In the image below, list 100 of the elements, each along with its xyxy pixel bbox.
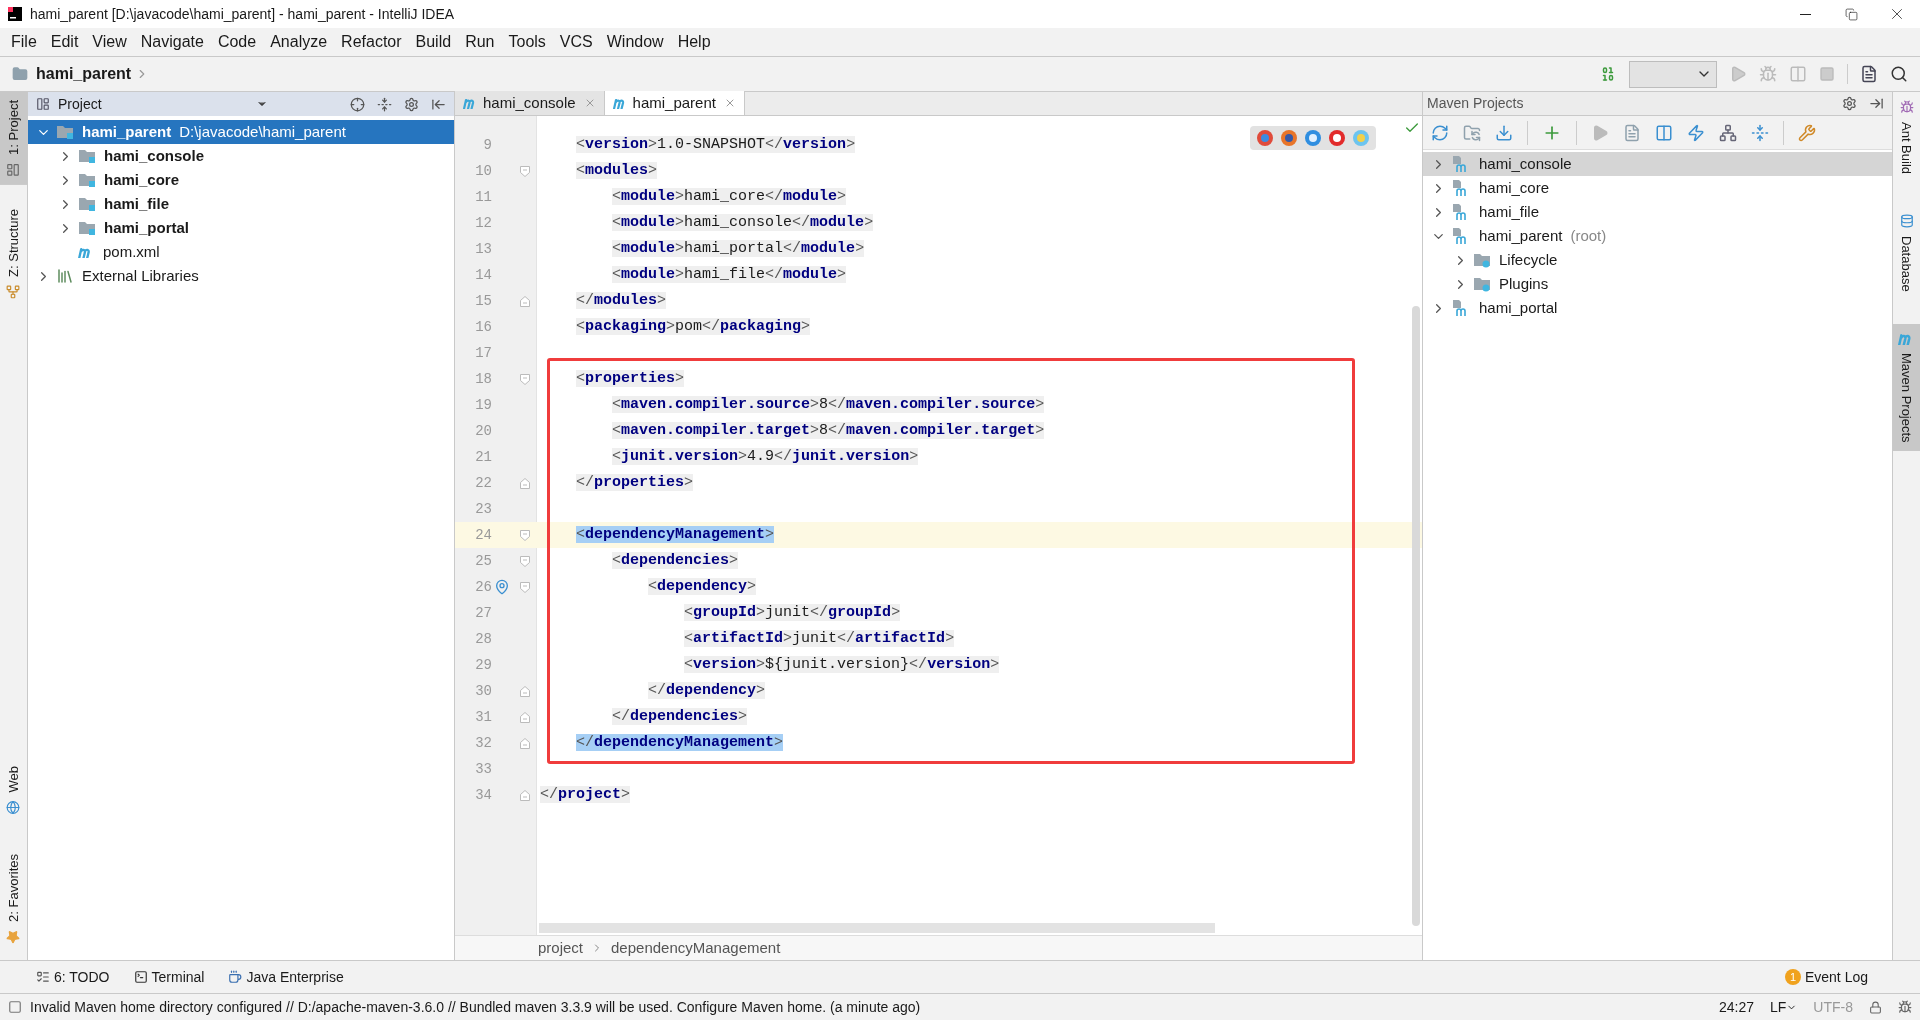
menu-item[interactable]: Help xyxy=(670,30,718,54)
tool-window-tab[interactable]: Maven Projects xyxy=(1893,323,1920,451)
lightning-icon[interactable] xyxy=(1687,123,1705,142)
menu-item[interactable]: Build xyxy=(408,30,459,54)
line-number: 31 xyxy=(474,707,492,727)
menu-item[interactable]: Window xyxy=(599,30,671,54)
tool-window-tab[interactable]: Z: Structure xyxy=(0,200,27,307)
fold-marker[interactable] xyxy=(519,737,530,749)
tree-item[interactable]: Plugins xyxy=(1423,272,1892,296)
collapse-all-icon[interactable] xyxy=(1751,123,1769,142)
line-number: 16 xyxy=(474,317,492,337)
line-number: 26 xyxy=(474,577,492,597)
tree-item[interactable]: Lifecycle xyxy=(1423,248,1892,272)
browser-icon[interactable] xyxy=(1304,129,1322,147)
debug-icon[interactable] xyxy=(1759,65,1777,83)
tree-item[interactable]: hami_parent (root) xyxy=(1423,224,1892,248)
hide-panel-icon[interactable] xyxy=(1869,96,1884,111)
database-icon xyxy=(1899,214,1914,229)
line-number: 24 xyxy=(474,525,492,545)
tool-window-tab[interactable]: 2: Favorites xyxy=(0,846,27,952)
structure-icon xyxy=(6,284,21,299)
browser-icon[interactable] xyxy=(1280,129,1298,147)
status-toggle-icon[interactable] xyxy=(8,1000,22,1014)
stop-icon[interactable] xyxy=(1819,66,1835,82)
editor-tab[interactable]: hami_console xyxy=(455,91,605,115)
tool-window-button[interactable]: Java Enterprise xyxy=(228,966,344,988)
view-selector[interactable]: Project xyxy=(58,93,268,115)
tree-item[interactable]: hami_console xyxy=(28,144,454,168)
vertical-scrollbar[interactable] xyxy=(1412,306,1420,926)
horizontal-scrollbar[interactable] xyxy=(539,923,1215,933)
tree-suffix: (root) xyxy=(1570,225,1607,246)
fold-marker[interactable] xyxy=(519,555,530,567)
line-number: 19 xyxy=(474,395,492,415)
menu-item[interactable]: Edit xyxy=(43,30,86,54)
browser-icon[interactable] xyxy=(1328,129,1346,147)
download-icon[interactable] xyxy=(1495,123,1513,142)
event-log-button[interactable]: 1 Event Log xyxy=(1784,966,1868,988)
tree-item[interactable]: hami_file xyxy=(28,192,454,216)
tree-item[interactable]: External Libraries xyxy=(28,264,454,288)
menu-item[interactable]: Navigate xyxy=(133,30,211,54)
fold-marker[interactable] xyxy=(519,789,530,801)
tool-window-tab[interactable]: Database xyxy=(1893,206,1920,300)
tree-item[interactable]: hami_core xyxy=(28,168,454,192)
hierarchy-icon[interactable] xyxy=(1719,123,1737,142)
menu-item[interactable]: Analyze xyxy=(263,30,335,54)
menu-item[interactable]: File xyxy=(4,30,44,54)
fold-marker[interactable] xyxy=(519,477,530,489)
tree-item[interactable]: hami_portal xyxy=(1423,296,1892,320)
menu-item[interactable]: Refactor xyxy=(334,30,409,54)
lock-icon[interactable] xyxy=(1869,1000,1882,1014)
run-config-dropdown[interactable] xyxy=(1629,60,1717,88)
minimize-icon xyxy=(1799,13,1811,15)
search-icon[interactable] xyxy=(1890,65,1908,83)
tree-item[interactable]: hami_parent D:\javacode\hami_parent xyxy=(28,120,454,144)
tool-window-button[interactable]: 6: TODO xyxy=(36,966,110,988)
locate-icon[interactable] xyxy=(350,96,365,112)
menu-item[interactable]: VCS xyxy=(552,30,600,54)
menu-item[interactable]: Run xyxy=(458,30,502,54)
refresh-icon[interactable] xyxy=(1431,123,1449,142)
breadcrumb[interactable]: project xyxy=(538,936,584,960)
tree-item[interactable]: hami_portal xyxy=(28,216,454,240)
fold-marker[interactable] xyxy=(519,711,530,723)
settings-icon[interactable] xyxy=(404,96,419,112)
menu-item[interactable]: Code xyxy=(210,30,264,54)
folder-refresh-icon[interactable] xyxy=(1463,123,1481,142)
menu-item[interactable]: View xyxy=(85,30,134,54)
pin-icon[interactable] xyxy=(494,579,510,595)
run-icon[interactable] xyxy=(1591,123,1609,142)
status-item[interactable]: 24:27 xyxy=(1718,996,1754,1018)
wrench-icon[interactable] xyxy=(1798,123,1816,142)
tree-label: hami_core xyxy=(104,169,180,190)
line-number: 12 xyxy=(474,213,492,233)
fold-marker[interactable] xyxy=(519,685,530,697)
tree-item[interactable]: pom.xml xyxy=(28,240,454,264)
editor-tab[interactable]: hami_parent xyxy=(604,91,745,115)
tool-window-tab[interactable]: Ant Build xyxy=(1893,92,1920,183)
settings-icon[interactable] xyxy=(1842,96,1857,111)
tree-item[interactable]: hami_core xyxy=(1423,176,1892,200)
fold-marker[interactable] xyxy=(519,165,530,177)
fold-marker[interactable] xyxy=(519,581,530,593)
tree-item[interactable]: hami_file xyxy=(1423,200,1892,224)
star-icon xyxy=(6,930,21,944)
tool-window-button[interactable]: Terminal xyxy=(133,966,205,988)
module-folder-icon xyxy=(56,124,74,140)
restore-icon xyxy=(1844,7,1858,21)
browser-icon[interactable] xyxy=(1256,129,1274,147)
nav-crumb[interactable]: hami_parent xyxy=(36,62,132,86)
status-item[interactable]: LF xyxy=(1770,996,1798,1018)
breadcrumb[interactable]: dependencyManagement xyxy=(611,936,781,960)
tree-item[interactable]: hami_console xyxy=(1423,152,1892,176)
document-icon[interactable] xyxy=(1623,123,1641,142)
line-number: 15 xyxy=(474,291,492,311)
run-icon[interactable] xyxy=(1729,65,1747,83)
tool-window-tab[interactable]: Web xyxy=(0,757,27,823)
tool-window-tab[interactable]: 1: Project xyxy=(0,92,27,185)
fold-marker[interactable] xyxy=(519,529,530,541)
collapse-all-icon[interactable] xyxy=(377,96,392,112)
menu-item[interactable]: Tools xyxy=(501,30,553,54)
fold-marker[interactable] xyxy=(519,295,530,307)
fold-marker[interactable] xyxy=(519,373,530,385)
